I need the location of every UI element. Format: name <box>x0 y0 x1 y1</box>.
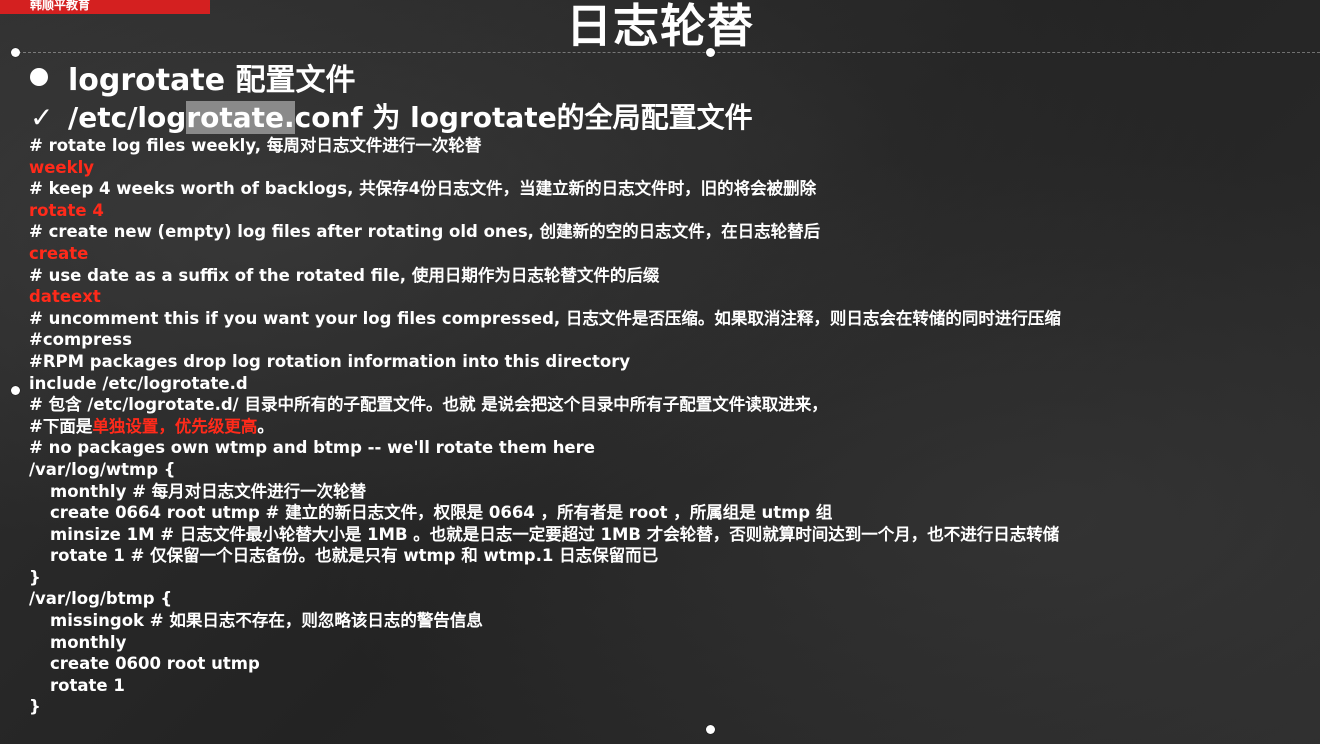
bullet-dot-icon <box>30 68 48 86</box>
selection-handle-top-left[interactable] <box>11 48 20 57</box>
code-text: #下面是 <box>29 416 93 436</box>
code-comment-line: #RPM packages drop log rotation informat… <box>29 351 631 371</box>
selection-handle-bottom-center[interactable] <box>706 725 715 734</box>
code-emphasis-text: 单独设置，优先级更高 <box>92 416 258 436</box>
code-line: rotate 1 <box>50 675 125 695</box>
title-divider <box>18 52 1320 53</box>
code-line: monthly <box>50 632 127 652</box>
code-block-open-btmp: /var/log/btmp { <box>29 589 173 609</box>
selection-handle-middle-left[interactable] <box>11 386 20 395</box>
code-line: missingok # 如果日志不存在，则忽略该日志的警告信息 <box>50 611 483 631</box>
checkmark-icon: ✓ <box>30 101 54 134</box>
code-comment-line: # keep 4 weeks worth of backlogs, 共保存4份日… <box>29 179 817 199</box>
code-line: rotate 1 # 仅保留一个日志备份。也就是只有 wtmp 和 wtmp.1… <box>50 546 659 566</box>
code-directive-rotate: rotate 4 <box>29 200 104 220</box>
code-directive-dateext: dateext <box>29 287 101 307</box>
code-line: create 0664 root utmp # 建立的新日志文件，权限是 066… <box>50 503 833 523</box>
slide-title: 日志轮替 <box>566 0 754 53</box>
code-line: include /etc/logrotate.d <box>29 373 248 393</box>
code-block-close: } <box>29 567 41 587</box>
code-line: #compress <box>29 330 132 350</box>
code-comment-line: # rotate log files weekly, 每周对日志文件进行一次轮替 <box>29 136 482 155</box>
code-line: minsize 1M # 日志文件最小轮替大小是 1MB 。也就是日志一定要超过… <box>50 524 1060 544</box>
code-block-close: } <box>29 697 41 717</box>
code-text: 。 <box>257 416 274 436</box>
code-line: monthly # 每月对日志文件进行一次轮替 <box>50 481 367 501</box>
code-comment-line: #下面是单独设置，优先级更高。 <box>29 416 1061 438</box>
text-selection-highlight: rotate. <box>186 101 295 134</box>
code-line: create 0600 root utmp <box>50 654 260 674</box>
code-comment-line: # 包含 /etc/logrotate.d/ 目录中所有的子配置文件。也就 是说… <box>29 395 828 415</box>
bullet-heading: logrotate 配置文件 <box>30 62 356 100</box>
selection-handle-top-center[interactable] <box>706 48 715 57</box>
code-directive-create: create <box>29 243 89 263</box>
code-block-open-wtmp: /var/log/wtmp { <box>29 459 176 479</box>
check-heading-text-post: conf 为 logrotate的全局配置文件 <box>294 101 753 134</box>
check-heading: ✓ /etc/logrotate.conf 为 logrotate的全局配置文件 <box>30 99 753 137</box>
config-code-block: # rotate log files weekly, 每周对日志文件进行一次轮替… <box>29 135 1061 718</box>
bullet-heading-text: logrotate 配置文件 <box>68 63 356 98</box>
code-comment-line: # uncomment this if you want your log fi… <box>29 308 1061 328</box>
code-directive-weekly: weekly <box>29 157 95 177</box>
check-heading-text-pre: /etc/log <box>68 101 187 134</box>
code-comment-line: # create new (empty) log files after rot… <box>29 222 821 242</box>
code-comment-line: # no packages own wtmp and btmp -- we'll… <box>29 438 595 458</box>
code-comment-line: # use date as a suffix of the rotated fi… <box>29 265 660 285</box>
